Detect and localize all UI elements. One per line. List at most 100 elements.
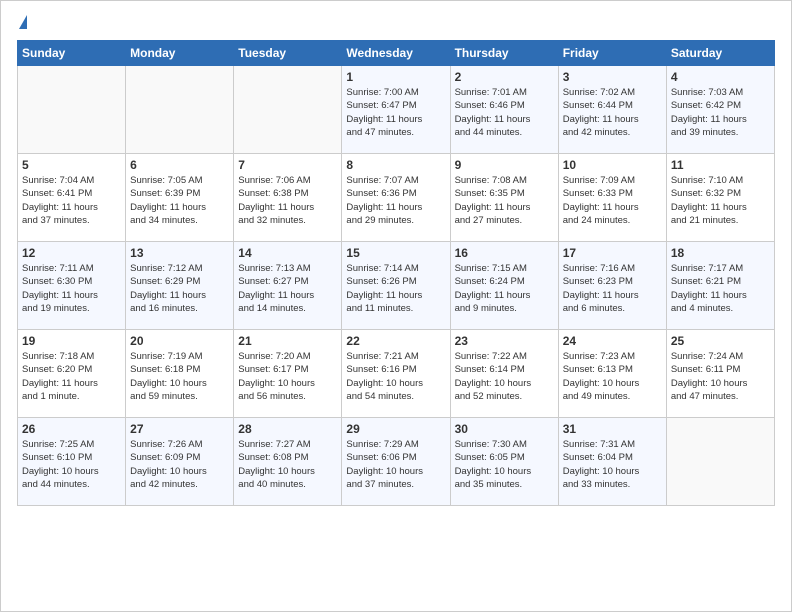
day-info: Sunrise: 7:19 AMSunset: 6:18 PMDaylight:…	[130, 350, 229, 403]
calendar-cell: 23 Sunrise: 7:22 AMSunset: 6:14 PMDayligh…	[450, 330, 558, 418]
day-number: 31	[563, 422, 662, 436]
calendar-cell: 5 Sunrise: 7:04 AMSunset: 6:41 PMDaylight…	[18, 154, 126, 242]
calendar-cell: 4 Sunrise: 7:03 AMSunset: 6:42 PMDaylight…	[666, 66, 774, 154]
calendar-cell: 18 Sunrise: 7:17 AMSunset: 6:21 PMDayligh…	[666, 242, 774, 330]
day-info: Sunrise: 7:11 AMSunset: 6:30 PMDaylight:…	[22, 262, 121, 315]
day-info: Sunrise: 7:21 AMSunset: 6:16 PMDaylight:…	[346, 350, 445, 403]
day-info: Sunrise: 7:13 AMSunset: 6:27 PMDaylight:…	[238, 262, 337, 315]
day-number: 29	[346, 422, 445, 436]
calendar-cell: 28 Sunrise: 7:27 AMSunset: 6:08 PMDayligh…	[234, 418, 342, 506]
calendar-cell: 15 Sunrise: 7:14 AMSunset: 6:26 PMDayligh…	[342, 242, 450, 330]
calendar-cell: 17Sunrise: 7:16 AMSunset: 6:23 PMDayligh…	[558, 242, 666, 330]
calendar-cell: 25 Sunrise: 7:24 AMSunset: 6:11 PMDayligh…	[666, 330, 774, 418]
calendar-cell	[234, 66, 342, 154]
day-number: 20	[130, 334, 229, 348]
day-number: 3	[563, 70, 662, 84]
day-number: 24	[563, 334, 662, 348]
calendar-cell: 16Sunrise: 7:15 AMSunset: 6:24 PMDayligh…	[450, 242, 558, 330]
day-number: 21	[238, 334, 337, 348]
calendar-cell: 14 Sunrise: 7:13 AMSunset: 6:27 PMDayligh…	[234, 242, 342, 330]
day-number: 16	[455, 246, 554, 260]
day-number: 14	[238, 246, 337, 260]
calendar-cell: 7Sunrise: 7:06 AMSunset: 6:38 PMDaylight…	[234, 154, 342, 242]
day-number: 23	[455, 334, 554, 348]
day-number: 5	[22, 158, 121, 172]
day-info: Sunrise: 7:17 AMSunset: 6:21 PMDaylight:…	[671, 262, 770, 315]
week-row-2: 5 Sunrise: 7:04 AMSunset: 6:41 PMDaylight…	[18, 154, 775, 242]
day-info: Sunrise: 7:22 AMSunset: 6:14 PMDaylight:…	[455, 350, 554, 403]
day-number: 28	[238, 422, 337, 436]
day-info: Sunrise: 7:09 AMSunset: 6:33 PMDaylight:…	[563, 174, 662, 227]
day-info: Sunrise: 7:01 AMSunset: 6:46 PMDaylight:…	[455, 86, 554, 139]
calendar-cell: 22 Sunrise: 7:21 AMSunset: 6:16 PMDayligh…	[342, 330, 450, 418]
week-row-4: 19Sunrise: 7:18 AMSunset: 6:20 PMDayligh…	[18, 330, 775, 418]
day-info: Sunrise: 7:23 AMSunset: 6:13 PMDaylight:…	[563, 350, 662, 403]
calendar-cell: 20 Sunrise: 7:19 AMSunset: 6:18 PMDayligh…	[126, 330, 234, 418]
calendar-cell: 9 Sunrise: 7:08 AMSunset: 6:35 PMDaylight…	[450, 154, 558, 242]
calendar-cell: 8 Sunrise: 7:07 AMSunset: 6:36 PMDaylight…	[342, 154, 450, 242]
calendar-cell: 2 Sunrise: 7:01 AMSunset: 6:46 PMDaylight…	[450, 66, 558, 154]
day-info: Sunrise: 7:30 AMSunset: 6:05 PMDaylight:…	[455, 438, 554, 491]
day-info: Sunrise: 7:29 AMSunset: 6:06 PMDaylight:…	[346, 438, 445, 491]
calendar-cell: 30 Sunrise: 7:30 AMSunset: 6:05 PMDayligh…	[450, 418, 558, 506]
day-number: 26	[22, 422, 121, 436]
day-number: 15	[346, 246, 445, 260]
calendar-cell: 24 Sunrise: 7:23 AMSunset: 6:13 PMDayligh…	[558, 330, 666, 418]
day-number: 25	[671, 334, 770, 348]
day-number: 18	[671, 246, 770, 260]
calendar-cell: 19Sunrise: 7:18 AMSunset: 6:20 PMDayligh…	[18, 330, 126, 418]
day-number: 10	[563, 158, 662, 172]
day-number: 13	[130, 246, 229, 260]
weekday-header-wednesday: Wednesday	[342, 41, 450, 66]
calendar-cell: 11 Sunrise: 7:10 AMSunset: 6:32 PMDayligh…	[666, 154, 774, 242]
day-number: 6	[130, 158, 229, 172]
calendar-cell	[666, 418, 774, 506]
calendar-cell: 10 Sunrise: 7:09 AMSunset: 6:33 PMDayligh…	[558, 154, 666, 242]
day-number: 22	[346, 334, 445, 348]
calendar-cell: 31 Sunrise: 7:31 AMSunset: 6:04 PMDayligh…	[558, 418, 666, 506]
day-info: Sunrise: 7:16 AMSunset: 6:23 PMDaylight:…	[563, 262, 662, 315]
calendar-cell: 26Sunrise: 7:25 AMSunset: 6:10 PMDayligh…	[18, 418, 126, 506]
calendar-cell: 6 Sunrise: 7:05 AMSunset: 6:39 PMDaylight…	[126, 154, 234, 242]
day-number: 2	[455, 70, 554, 84]
calendar-cell: 1 Sunrise: 7:00 AMSunset: 6:47 PMDaylight…	[342, 66, 450, 154]
header	[17, 11, 775, 32]
day-number: 30	[455, 422, 554, 436]
day-info: Sunrise: 7:27 AMSunset: 6:08 PMDaylight:…	[238, 438, 337, 491]
day-number: 9	[455, 158, 554, 172]
calendar-cell: 27Sunrise: 7:26 AMSunset: 6:09 PMDayligh…	[126, 418, 234, 506]
day-info: Sunrise: 7:04 AMSunset: 6:41 PMDaylight:…	[22, 174, 121, 227]
day-info: Sunrise: 7:18 AMSunset: 6:20 PMDaylight:…	[22, 350, 121, 403]
day-info: Sunrise: 7:08 AMSunset: 6:35 PMDaylight:…	[455, 174, 554, 227]
day-number: 12	[22, 246, 121, 260]
calendar-page: SundayMondayTuesdayWednesdayThursdayFrid…	[0, 0, 792, 612]
day-info: Sunrise: 7:03 AMSunset: 6:42 PMDaylight:…	[671, 86, 770, 139]
calendar-cell	[18, 66, 126, 154]
day-number: 7	[238, 158, 337, 172]
weekday-header-thursday: Thursday	[450, 41, 558, 66]
calendar-cell: 3 Sunrise: 7:02 AMSunset: 6:44 PMDaylight…	[558, 66, 666, 154]
calendar-cell: 21Sunrise: 7:20 AMSunset: 6:17 PMDayligh…	[234, 330, 342, 418]
day-info: Sunrise: 7:26 AMSunset: 6:09 PMDaylight:…	[130, 438, 229, 491]
day-number: 8	[346, 158, 445, 172]
calendar-cell: 12 Sunrise: 7:11 AMSunset: 6:30 PMDayligh…	[18, 242, 126, 330]
day-number: 1	[346, 70, 445, 84]
week-row-1: 1 Sunrise: 7:00 AMSunset: 6:47 PMDaylight…	[18, 66, 775, 154]
day-info: Sunrise: 7:31 AMSunset: 6:04 PMDaylight:…	[563, 438, 662, 491]
weekday-header-saturday: Saturday	[666, 41, 774, 66]
calendar-cell	[126, 66, 234, 154]
day-info: Sunrise: 7:14 AMSunset: 6:26 PMDaylight:…	[346, 262, 445, 315]
day-number: 11	[671, 158, 770, 172]
day-info: Sunrise: 7:02 AMSunset: 6:44 PMDaylight:…	[563, 86, 662, 139]
day-number: 4	[671, 70, 770, 84]
day-info: Sunrise: 7:00 AMSunset: 6:47 PMDaylight:…	[346, 86, 445, 139]
weekday-header-tuesday: Tuesday	[234, 41, 342, 66]
day-info: Sunrise: 7:07 AMSunset: 6:36 PMDaylight:…	[346, 174, 445, 227]
day-info: Sunrise: 7:05 AMSunset: 6:39 PMDaylight:…	[130, 174, 229, 227]
day-info: Sunrise: 7:24 AMSunset: 6:11 PMDaylight:…	[671, 350, 770, 403]
week-row-3: 12 Sunrise: 7:11 AMSunset: 6:30 PMDayligh…	[18, 242, 775, 330]
weekday-header-row: SundayMondayTuesdayWednesdayThursdayFrid…	[18, 41, 775, 66]
day-info: Sunrise: 7:10 AMSunset: 6:32 PMDaylight:…	[671, 174, 770, 227]
calendar-table: SundayMondayTuesdayWednesdayThursdayFrid…	[17, 40, 775, 506]
calendar-cell: 13Sunrise: 7:12 AMSunset: 6:29 PMDayligh…	[126, 242, 234, 330]
